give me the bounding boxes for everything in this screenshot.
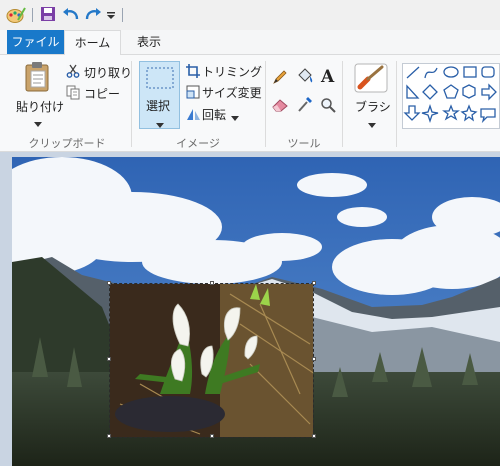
pasted-image-selection[interactable] xyxy=(109,283,314,438)
save-icon[interactable] xyxy=(40,6,56,25)
paste-button-label[interactable]: 貼り付け xyxy=(16,98,64,115)
qat-separator xyxy=(32,8,33,22)
pencil-icon[interactable] xyxy=(272,69,288,88)
shapes-gallery[interactable] xyxy=(402,63,500,129)
tab-view[interactable]: 表示 xyxy=(122,30,176,54)
tab-home[interactable]: ホーム xyxy=(64,30,121,55)
quick-access-toolbar xyxy=(0,0,500,30)
resize-icon[interactable] xyxy=(186,85,200,102)
selection-handle[interactable] xyxy=(107,357,111,361)
brushes-button-label[interactable]: ブラシ xyxy=(355,98,391,115)
crop-button-label[interactable]: トリミング xyxy=(202,63,262,80)
copy-button-label[interactable]: コピー xyxy=(84,85,120,102)
magnifier-icon[interactable] xyxy=(320,97,336,116)
selection-handle[interactable] xyxy=(107,434,111,438)
ribbon-home: 貼り付け 切り取り コピー クリップボード 選択 トリミング サイズ変更 回転 … xyxy=(0,55,500,152)
rotate-icon[interactable] xyxy=(185,107,201,124)
color-picker-icon[interactable] xyxy=(297,96,313,116)
selection-handle[interactable] xyxy=(107,281,111,285)
skunk-cabbage-photo xyxy=(110,284,313,437)
crop-icon[interactable] xyxy=(186,64,200,81)
brush-icon[interactable] xyxy=(354,63,388,96)
customize-toolbar-icon[interactable] xyxy=(106,10,116,24)
copy-icon[interactable] xyxy=(66,85,80,103)
select-button-label[interactable]: 選択 xyxy=(146,97,170,114)
paste-icon[interactable] xyxy=(24,61,52,96)
ribbon-tabs: ファイル ホーム 表示 xyxy=(0,30,500,55)
tools-group-label: ツール xyxy=(287,137,321,150)
rotate-button-label[interactable]: 回転 xyxy=(202,106,226,123)
brushes-dropdown-icon[interactable] xyxy=(368,118,376,132)
paint-app-icon[interactable] xyxy=(6,6,26,27)
group-separator xyxy=(265,61,266,147)
group-separator xyxy=(342,61,343,147)
paste-dropdown-icon[interactable] xyxy=(34,117,42,131)
svg-text:A: A xyxy=(320,67,335,85)
fill-bucket-icon[interactable] xyxy=(296,68,314,88)
group-separator xyxy=(131,61,132,147)
rotate-dropdown-icon[interactable] xyxy=(231,111,239,125)
selection-handle[interactable] xyxy=(210,434,214,438)
selection-handle[interactable] xyxy=(312,357,316,361)
group-separator xyxy=(396,61,397,147)
cut-button-label[interactable]: 切り取り xyxy=(84,64,132,81)
scissors-icon[interactable] xyxy=(66,64,80,81)
canvas-area[interactable] xyxy=(0,152,500,466)
redo-icon[interactable] xyxy=(84,6,102,25)
undo-icon[interactable] xyxy=(62,6,80,25)
tab-file[interactable]: ファイル xyxy=(7,30,64,54)
selection-handle[interactable] xyxy=(312,281,316,285)
text-tool-icon[interactable]: A xyxy=(320,67,336,88)
resize-button-label[interactable]: サイズ変更 xyxy=(202,84,262,101)
qat-separator xyxy=(122,8,123,22)
rectangle-select-icon xyxy=(146,67,174,92)
eraser-icon[interactable] xyxy=(272,98,289,115)
selection-handle[interactable] xyxy=(210,281,214,285)
clipboard-group-label: クリップボード xyxy=(28,137,106,150)
selection-handle[interactable] xyxy=(312,434,316,438)
shapes-gallery-icons xyxy=(403,66,497,124)
image-group-label: イメージ xyxy=(176,137,220,150)
select-dropdown-icon[interactable] xyxy=(156,118,164,132)
